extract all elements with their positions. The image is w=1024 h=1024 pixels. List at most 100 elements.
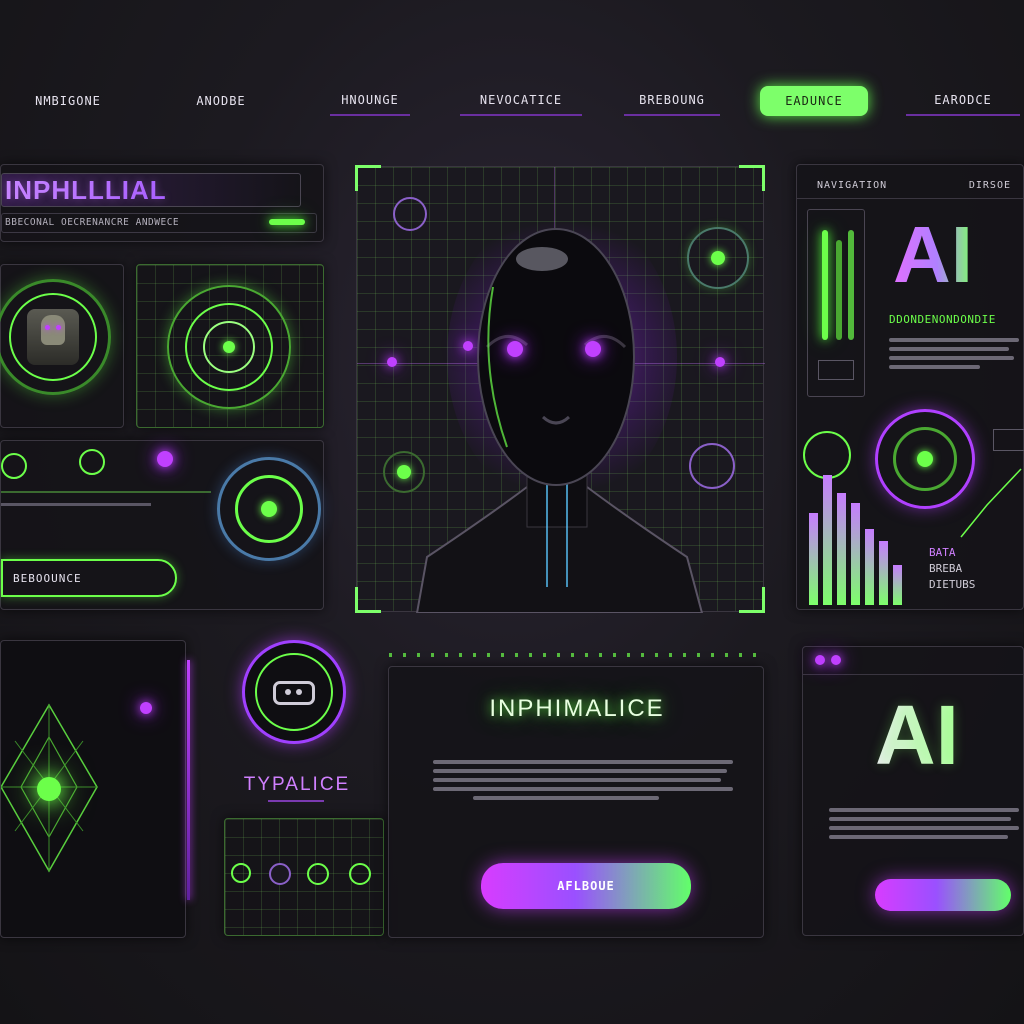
nav-item-label: HNOUNGE (341, 93, 399, 107)
nav-item-2[interactable]: ANODBE (176, 86, 266, 116)
control-icon-1[interactable] (1, 453, 27, 479)
stat-item: DIETUBS (929, 578, 976, 591)
avatar-eye-left (45, 325, 50, 330)
nav-item-label: BREBOUNG (639, 93, 705, 107)
signal-meter (807, 209, 865, 397)
rebounce-button[interactable]: BEBOOUNCE (1, 559, 177, 597)
nav-item-1[interactable]: NMBIGONE (6, 86, 130, 116)
mini-readout (993, 429, 1024, 451)
nav-item-label: NMBIGONE (35, 94, 101, 108)
text-line (829, 826, 1019, 830)
radar-panel (136, 264, 324, 428)
control-grid (224, 818, 384, 936)
connector-lines (960, 468, 1022, 538)
signal-bar-1 (822, 230, 828, 340)
ai-description (889, 333, 1019, 374)
text-line (829, 808, 1019, 812)
ai-card-description (829, 803, 1019, 844)
nav-item-label: NEVOCATICE (479, 93, 563, 107)
chat-icon-dot (285, 689, 291, 695)
typalice-label: TYPALICE (243, 774, 351, 795)
text-line (473, 796, 659, 800)
crosshair-node-icon (715, 357, 725, 367)
card-header (803, 647, 1024, 675)
text-line (889, 365, 980, 369)
nav-item-label: ANODBE (196, 94, 246, 108)
tab-navigation[interactable]: NAVIGATION (817, 180, 887, 191)
eq-bar (865, 529, 874, 605)
text-line (433, 760, 733, 764)
left-control-panel: BEBOOUNCE (0, 440, 324, 610)
signal-bar-3 (848, 230, 854, 340)
avatar[interactable] (27, 309, 79, 365)
center-heading: INPHIMALICE (489, 695, 665, 722)
text-line (889, 356, 1014, 360)
divider (1, 503, 151, 506)
right-ai-card: AI (802, 646, 1024, 936)
avatar-panel (0, 264, 124, 428)
window-dot-icon (815, 655, 825, 665)
ai-card-button[interactable] (875, 879, 1011, 911)
rebounce-button-label: BEBOOUNCE (13, 571, 82, 585)
network-core-icon (37, 777, 61, 801)
network-panel (0, 640, 186, 938)
stats-list: BATA BREBA DIETUBS (929, 545, 975, 593)
chat-icon-dot (296, 689, 302, 695)
nav-item-3[interactable]: HNOUNGE (330, 86, 410, 116)
left-title-panel: INPHLLLIAL BBECONAL OECRENANCRE ANDWECE (0, 164, 324, 242)
text-line (889, 338, 1019, 342)
left-panel-subtitle: BBECONAL OECRENANCRE ANDWECE (5, 217, 180, 228)
text-line (829, 835, 1008, 839)
equalizer-chart (809, 471, 919, 605)
core-light-icon (917, 451, 933, 467)
ai-heading-top: AI (893, 210, 973, 299)
avatar-eye-right (56, 325, 61, 330)
nav-item-4[interactable]: NEVOCATICE (460, 86, 582, 116)
target-core-icon (711, 251, 725, 265)
nav-item-active[interactable]: EADUNCE (760, 86, 868, 116)
network-graph (1, 703, 98, 873)
center-action-button-label: AFLBOUE (557, 879, 615, 893)
nav-item-5[interactable]: BREBOUNG (624, 86, 720, 116)
ai-caption: DDONDENONDONDIE (889, 313, 996, 326)
divider (1, 491, 211, 493)
center-description (433, 755, 733, 805)
scan-icon (393, 197, 427, 231)
robot-eye-left-icon (507, 341, 523, 357)
center-info-panel: INPHIMALICE AFLBOUE (388, 653, 765, 938)
floating-light-icon (140, 702, 152, 714)
robot-portrait-panel (355, 165, 765, 613)
eq-bar (837, 493, 846, 605)
chat-icon (273, 681, 315, 705)
eq-bar (809, 513, 818, 605)
stat-item: BATA (929, 546, 956, 559)
crosshair-node-icon (463, 341, 473, 351)
signal-bar-2 (836, 240, 842, 340)
nav-item-7[interactable]: EARODCE (906, 86, 1020, 116)
control-toggle-icon[interactable] (349, 863, 371, 885)
tab-dirsoe[interactable]: DIRSOE (969, 180, 1011, 191)
control-toggle-icon[interactable] (307, 863, 329, 885)
nav-item-label: EADUNCE (785, 94, 843, 108)
robot-eye-right-icon (585, 341, 601, 357)
left-panel-title: INPHLLLIAL (5, 175, 167, 205)
text-line (433, 778, 721, 782)
center-action-button[interactable]: AFLBOUE (481, 863, 691, 909)
control-icon-2[interactable] (79, 449, 105, 475)
status-light-icon (157, 451, 173, 467)
status-ring-icon (689, 443, 735, 489)
right-tab-bar: NAVIGATION DIRSOE (797, 173, 1024, 199)
eq-bar (823, 475, 832, 605)
control-toggle-icon[interactable] (269, 863, 291, 885)
dot-strip (389, 653, 765, 657)
text-line (433, 787, 733, 791)
robot-head-highlight (516, 247, 568, 271)
divider (268, 800, 324, 802)
chat-button[interactable] (242, 640, 346, 744)
stat-item: BREBA (929, 562, 963, 575)
control-toggle-icon[interactable] (231, 863, 251, 883)
text-line (433, 769, 727, 773)
crosshair-node-icon (387, 357, 397, 367)
radar-target-icon (223, 341, 235, 353)
sensor-core-icon (397, 465, 411, 479)
